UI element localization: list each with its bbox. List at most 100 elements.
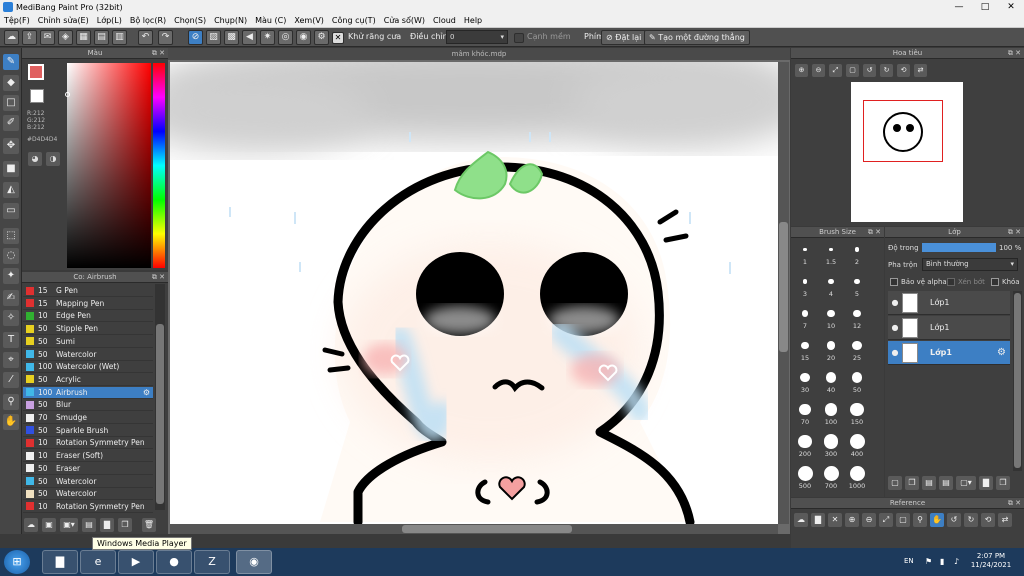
- ref-reset-icon[interactable]: ⟲: [981, 513, 995, 527]
- ref-hand-icon[interactable]: ✋: [930, 513, 944, 527]
- ref-zoom-in-icon[interactable]: ⊕: [845, 513, 859, 527]
- layer-options-icon[interactable]: ▤: [939, 476, 953, 490]
- tray-flag-icon[interactable]: ⚑: [925, 557, 932, 566]
- palette-icon[interactable]: ◕: [28, 152, 42, 166]
- browser-icon[interactable]: e: [80, 550, 116, 574]
- navigator-preview[interactable]: [851, 82, 963, 222]
- brush-size-option[interactable]: 20: [819, 337, 843, 362]
- menu-filter[interactable]: Bộ lọc(R): [126, 16, 170, 25]
- layout-icon[interactable]: ▤: [94, 30, 109, 45]
- brush-list-scrollbar[interactable]: [155, 284, 165, 510]
- reset-button[interactable]: ⊘ Đặt lại: [601, 30, 647, 45]
- layer-copy-icon[interactable]: ❐: [996, 476, 1010, 490]
- brush-size-option[interactable]: 200: [793, 433, 817, 458]
- magic-wand-tool-icon[interactable]: ✦: [3, 268, 19, 284]
- brush-item[interactable]: 50 Sparkle Brush: [23, 425, 153, 437]
- upload-icon[interactable]: ⇪: [22, 30, 37, 45]
- antialias-checkbox[interactable]: ✕: [332, 32, 344, 44]
- brush-item[interactable]: 50 Sumi: [23, 336, 153, 348]
- brush-size-option[interactable]: 5: [845, 273, 869, 298]
- parallel-snap-icon[interactable]: ▨: [206, 30, 221, 45]
- eye-icon[interactable]: ●: [888, 348, 902, 357]
- menu-help[interactable]: Help: [460, 16, 486, 25]
- brush-item[interactable]: 15 G Pen: [23, 285, 153, 297]
- hue-slider[interactable]: [153, 63, 165, 268]
- color-history-icon[interactable]: ◑: [46, 152, 60, 166]
- brush-item[interactable]: 10 Rotation Symmetry Pen: [23, 437, 153, 450]
- menu-window[interactable]: Cửa sổ(W): [380, 16, 429, 25]
- brush-item[interactable]: 50 Watercolor: [23, 349, 153, 361]
- brush-size-option[interactable]: 50: [845, 369, 869, 394]
- hand-tool-icon[interactable]: ✋: [3, 414, 19, 430]
- ref-rotate-right-icon[interactable]: ↻: [964, 513, 978, 527]
- brush-tool-icon[interactable]: ✎: [3, 54, 19, 70]
- brush-size-option[interactable]: 400: [845, 433, 869, 458]
- panel-menu-icon[interactable]: ⧉ ✕: [1008, 498, 1021, 509]
- brush-size-option[interactable]: 30: [793, 369, 817, 394]
- maximize-button[interactable]: □: [972, 0, 998, 14]
- start-button[interactable]: ⊞: [4, 550, 30, 574]
- ref-fit-icon[interactable]: ⤢: [879, 513, 893, 527]
- dot-tool-icon[interactable]: □: [3, 95, 19, 111]
- panel-menu-icon[interactable]: ⧉ ✕: [1008, 227, 1021, 238]
- new-layer-icon[interactable]: ▢: [888, 476, 902, 490]
- folder-icon[interactable]: ▇: [100, 518, 114, 532]
- zoom-in-icon[interactable]: ⊕: [795, 64, 808, 77]
- canvas-horizontal-scrollbar[interactable]: [170, 524, 778, 534]
- color-saturation-field[interactable]: [67, 63, 151, 268]
- ref-eyedropper-icon[interactable]: ⚲: [913, 513, 927, 527]
- brush-size-option[interactable]: 700: [819, 465, 843, 490]
- gear-icon[interactable]: ⚙: [143, 388, 150, 397]
- layer-row[interactable]: ● Lớp1: [888, 316, 1010, 340]
- brush-size-option[interactable]: 4: [819, 273, 843, 298]
- eye-icon[interactable]: ●: [888, 298, 902, 307]
- brush-item[interactable]: 50 Watercolor: [23, 476, 153, 488]
- drawing-canvas[interactable]: [170, 62, 778, 524]
- document-tab[interactable]: mâm khóc.mdp: [168, 48, 790, 60]
- brush-item[interactable]: 50 Blur: [23, 399, 153, 412]
- panel-menu-icon[interactable]: ⧉ ✕: [1008, 48, 1021, 59]
- panel-icon[interactable]: ▥: [112, 30, 127, 45]
- menu-select[interactable]: Chọn(S): [170, 16, 210, 25]
- brush-item[interactable]: 10 Rotation Symmetry Pen: [23, 501, 153, 513]
- eraser-tool-icon[interactable]: ◆: [3, 75, 19, 91]
- scrollbar-thumb[interactable]: [1014, 293, 1021, 468]
- cloud-icon[interactable]: ☁: [4, 30, 19, 45]
- blur-tool-icon[interactable]: ✐: [3, 115, 19, 131]
- undo-icon[interactable]: ↶: [138, 30, 153, 45]
- rotate-right-icon[interactable]: ↻: [880, 64, 893, 77]
- no-snap-icon[interactable]: ⊘: [188, 30, 203, 45]
- scrollbar-thumb[interactable]: [402, 525, 572, 533]
- duplicate-layer-icon[interactable]: ❐: [905, 476, 919, 490]
- menu-file[interactable]: Tệp(F): [0, 16, 34, 25]
- layer-row[interactable]: ● Lớp1: [888, 291, 1010, 315]
- language-indicator[interactable]: EN: [904, 557, 914, 565]
- brush-item[interactable]: 15 Mapping Pen: [23, 298, 153, 310]
- copy-icon[interactable]: ❐: [118, 518, 132, 532]
- eyedropper-tool-icon[interactable]: ⚲: [3, 394, 19, 410]
- actual-size-icon[interactable]: ▢: [846, 64, 859, 77]
- grid-icon[interactable]: ▦: [76, 30, 91, 45]
- select-tool-icon[interactable]: ⬚: [3, 228, 19, 244]
- brush-size-option[interactable]: 1.5: [819, 241, 843, 266]
- brush-size-option[interactable]: 1000: [845, 465, 869, 490]
- menu-layer[interactable]: Lớp(L): [93, 16, 126, 25]
- ref-rotate-left-icon[interactable]: ↺: [947, 513, 961, 527]
- minimize-button[interactable]: —: [946, 0, 972, 14]
- layer-file-icon[interactable]: ▤: [922, 476, 936, 490]
- menu-cloud[interactable]: Cloud: [429, 16, 460, 25]
- lasso-tool-icon[interactable]: ◌: [3, 248, 19, 264]
- layer-list-scrollbar[interactable]: [1013, 291, 1022, 471]
- ref-flip-icon[interactable]: ⇄: [998, 513, 1012, 527]
- text-tool-icon[interactable]: T: [3, 332, 19, 348]
- brush-size-option[interactable]: 40: [819, 369, 843, 394]
- layer-add-menu-icon[interactable]: ▢▾: [956, 476, 976, 490]
- circle-snap-icon[interactable]: ◎: [278, 30, 293, 45]
- straight-line-button[interactable]: ✎ Tạo một đường thẳng: [644, 30, 750, 45]
- brush-item[interactable]: 10 Edge Pen: [23, 310, 153, 323]
- close-button[interactable]: ✕: [998, 0, 1024, 14]
- explorer-icon[interactable]: ▇: [42, 550, 78, 574]
- menu-edit[interactable]: Chỉnh sửa(E): [34, 16, 93, 25]
- brush-size-option[interactable]: 2: [845, 241, 869, 266]
- brush-file-icon[interactable]: ▤: [82, 518, 96, 532]
